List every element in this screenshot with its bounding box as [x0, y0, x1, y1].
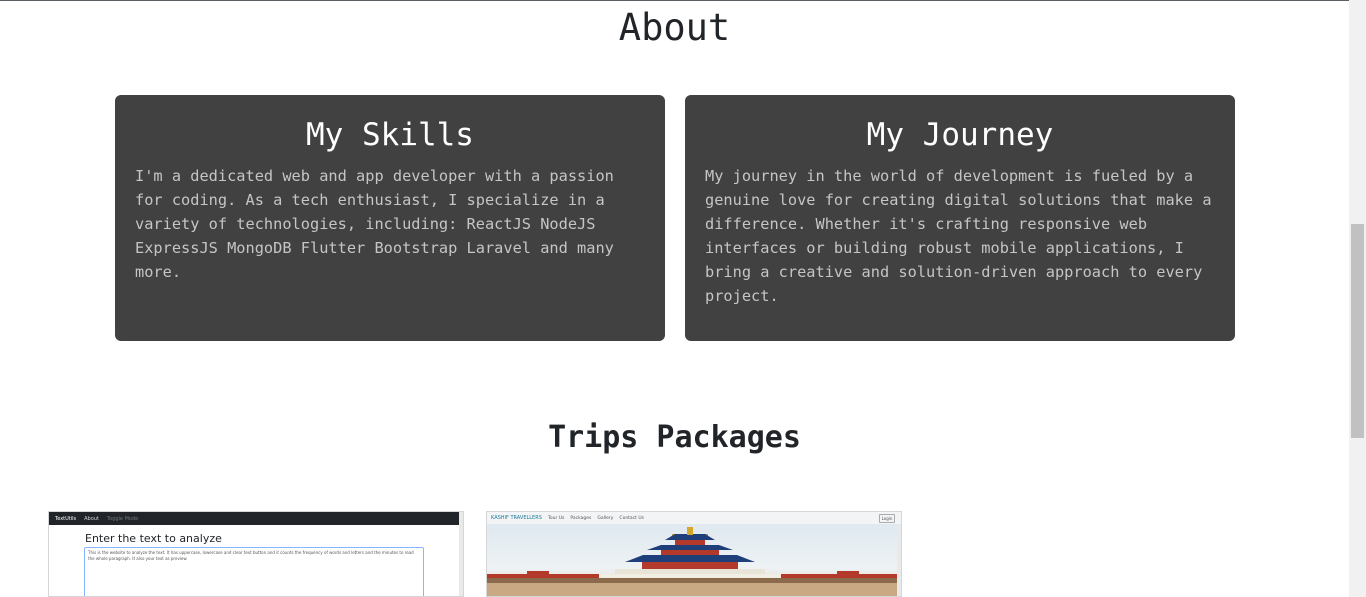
- temple-image: [487, 524, 901, 596]
- page-content: About My Skills I'm a dedicated web and …: [0, 0, 1349, 597]
- thumbnail-nav-item: Tour Us: [547, 515, 565, 521]
- thumbnail-scrollbar: [459, 512, 463, 596]
- skills-card-title: My Skills: [306, 117, 474, 153]
- journey-card: My Journey My journey in the world of de…: [685, 95, 1235, 341]
- trips-heading: Trips Packages: [548, 420, 801, 455]
- thumbnail-nav-about: About: [84, 515, 99, 522]
- thumbnail-scrollbar: [897, 524, 901, 596]
- skills-card: My Skills I'm a dedicated web and app de…: [115, 95, 665, 341]
- thumbnail-brand: KASHIF TRAVELLERS: [491, 515, 542, 521]
- project-thumbnail-textutils[interactable]: TextUtils About Toggle Mode Enter the te…: [48, 511, 464, 597]
- skills-card-text: I'm a dedicated web and app developer wi…: [135, 167, 614, 281]
- page-scrollbar-thumb[interactable]: [1351, 224, 1364, 438]
- project-thumbnail-travellers[interactable]: KASHIF TRAVELLERS Tour Us Packages Galle…: [486, 511, 902, 597]
- thumbnail-nav-item: Contact Us: [619, 515, 644, 521]
- thumbnail-nav-item: Gallery: [597, 515, 614, 521]
- about-heading: About: [618, 6, 731, 49]
- thumbnail-textarea: This is the website to analyze the text.…: [84, 547, 424, 596]
- thumbnail-body: Enter the text to analyze This is the we…: [49, 525, 463, 596]
- thumbnail-nav-item: Packages: [570, 515, 592, 521]
- thumbnail-navbar: TextUtils About Toggle Mode: [49, 512, 463, 525]
- thumbnail-brand: TextUtils: [55, 515, 77, 522]
- journey-card-title: My Journey: [866, 117, 1054, 153]
- thumbnail-login-button: Login: [879, 514, 895, 523]
- temple-illustration: [487, 527, 901, 596]
- thumbnail-nav-mode: Toggle Mode: [106, 515, 139, 522]
- thumbnail-heading: Enter the text to analyze: [85, 532, 222, 545]
- journey-card-text: My journey in the world of development i…: [705, 167, 1212, 305]
